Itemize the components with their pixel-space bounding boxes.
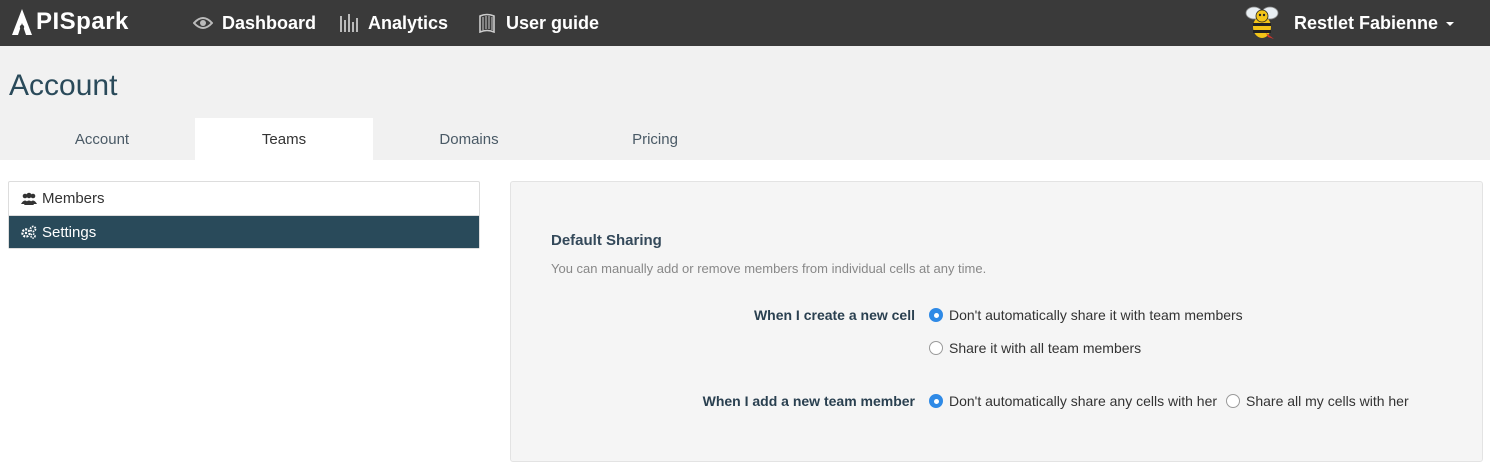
section-help-text: You can manually add or remove members f… (551, 261, 987, 276)
radio-label: Don't automatically share any cells with… (949, 393, 1218, 409)
bee-avatar-icon (1245, 6, 1279, 39)
tab-pricing[interactable]: Pricing (565, 118, 745, 160)
sidebar-item-label: Settings (42, 223, 97, 241)
radio-checked-icon (929, 394, 943, 408)
radio-unchecked-icon (1226, 394, 1240, 408)
page-title: Account (9, 69, 118, 102)
tab-account[interactable]: Account (9, 118, 195, 160)
top-navbar: PISpark Dashboard Analytics User guide R… (0, 0, 1490, 46)
sidebar-item-members[interactable]: Members (9, 182, 479, 215)
radio-new-cell-dont-share[interactable]: Don't automatically share it with team m… (929, 307, 1243, 323)
radio-new-cell-share-all[interactable]: Share it with all team members (929, 340, 1141, 356)
radio-unchecked-icon (929, 341, 943, 355)
new-member-label: When I add a new team member (702, 393, 915, 409)
radio-label: Share all my cells with her (1246, 393, 1409, 409)
radio-checked-icon (929, 308, 943, 322)
bars-icon (338, 13, 360, 33)
radio-new-member-share-all[interactable]: Share all my cells with her (1226, 393, 1409, 409)
nav-user-guide[interactable]: User guide (476, 0, 599, 46)
eye-icon (192, 13, 214, 33)
tab-domains[interactable]: Domains (373, 118, 565, 160)
radio-label: Share it with all team members (949, 340, 1142, 356)
radio-new-member-dont-share[interactable]: Don't automatically share any cells with… (929, 393, 1217, 409)
user-menu[interactable]: Restlet Fabienne (1242, 0, 1454, 46)
book-icon (476, 13, 498, 33)
nav-dashboard[interactable]: Dashboard (192, 0, 316, 46)
users-icon (21, 192, 37, 206)
section-title: Default Sharing (551, 232, 662, 249)
apispark-logo[interactable]: PISpark (10, 4, 129, 40)
nav-analytics[interactable]: Analytics (338, 0, 448, 46)
tab-teams[interactable]: Teams (195, 118, 373, 160)
sidebar-item-settings[interactable]: Settings (9, 215, 479, 248)
gears-icon (21, 225, 37, 239)
nav-user-guide-label: User guide (506, 12, 600, 33)
logo-a-icon (12, 9, 32, 35)
settings-panel: Default Sharing You can manually add or … (510, 181, 1483, 462)
new-cell-label: When I create a new cell (753, 307, 915, 323)
radio-label: Don't automatically share it with team m… (949, 307, 1243, 323)
nav-analytics-label: Analytics (368, 12, 449, 33)
sidebar-item-label: Members (42, 190, 105, 207)
nav-dashboard-label: Dashboard (222, 12, 317, 33)
caret-down-icon (1446, 22, 1454, 26)
logo-text: PISpark (36, 8, 129, 35)
teams-sidebar: Members Settings (8, 181, 480, 249)
user-name: Restlet Fabienne (1293, 12, 1438, 33)
